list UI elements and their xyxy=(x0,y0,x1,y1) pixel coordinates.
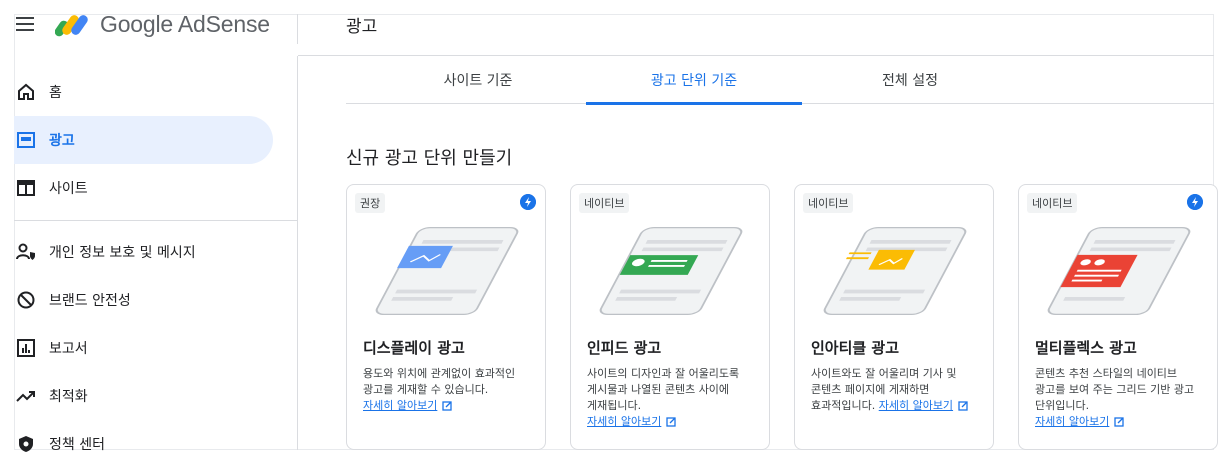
header-divider xyxy=(297,14,298,44)
card-title: 인피드 광고 xyxy=(587,339,662,357)
sidebar-item-optimization[interactable]: 최적화 xyxy=(14,372,273,420)
native-badge: 네이티브 xyxy=(579,193,630,213)
card-title: 디스플레이 광고 xyxy=(363,339,465,357)
sidebar-item-label: 사이트 xyxy=(49,181,88,197)
learn-more-text: 자세히 알아보기 xyxy=(587,415,662,428)
learn-more-link[interactable]: 자세히 알아보기 xyxy=(587,415,661,428)
card-description-text: 용도와 위치에 관계없이 효과적인 광고를 게재할 수 있습니다. xyxy=(363,367,516,396)
in-feed-ad-illustration xyxy=(599,226,743,316)
ad-type-card-multiplex[interactable]: 네이티브 멀티플렉스 광고 콘텐츠 추천 스타일의 네이티브 광고를 보여 주는… xyxy=(1018,184,1218,450)
tab-by-ad-unit[interactable]: 광고 단위 기준 xyxy=(586,56,802,105)
learn-more-text: 자세히 알아보기 xyxy=(363,399,438,412)
card-description-text: 사이트의 디자인과 잘 어울리도록 게시물과 나열된 콘텐츠 사이에 게재됩니다… xyxy=(587,367,740,412)
block-icon xyxy=(16,290,36,310)
top-app-bar: Google AdSense 광고 xyxy=(0,0,1229,56)
sidebar-item-brand-safety[interactable]: 브랜드 안전성 xyxy=(14,276,273,324)
lightning-bolt-icon xyxy=(1187,194,1203,210)
tab-global-settings[interactable]: 전체 설정 xyxy=(802,56,1018,104)
learn-more-link[interactable]: 자세히 알아보기 xyxy=(879,399,953,412)
card-title: 멀티플렉스 광고 xyxy=(1035,339,1137,357)
sidebar-item-sites[interactable]: 사이트 xyxy=(14,164,273,212)
app-logo-text: Google AdSense xyxy=(100,11,270,37)
lightning-bolt-icon xyxy=(520,194,536,210)
home-icon xyxy=(16,82,36,102)
privacy-icon xyxy=(16,242,36,262)
tab-by-site[interactable]: 사이트 기준 xyxy=(370,56,586,104)
open-in-new-icon xyxy=(1114,417,1124,427)
sidebar-item-label: 광고 xyxy=(49,133,75,149)
sidebar-item-label: 최적화 xyxy=(49,389,88,405)
ads-icon xyxy=(16,130,36,150)
card-title: 인아티클 광고 xyxy=(811,339,900,357)
sidebar-item-ads[interactable]: 광고 xyxy=(14,116,273,164)
card-description: 사이트와도 잘 어울리며 기사 및 콘텐츠 페이지에 게재하면 효과적입니다. … xyxy=(811,366,983,414)
sidebar-nav: 홈 광고 사이트 개인 정보 보호 및 메시지 브랜드 안전성 보고서 최적화 … xyxy=(14,56,298,453)
ad-type-card-display[interactable]: 권장 디스플레이 광고 용도와 위치에 관계없이 효과적인 광고를 게재할 수 … xyxy=(346,184,546,450)
display-ad-illustration xyxy=(375,226,519,316)
open-in-new-icon xyxy=(958,401,968,411)
learn-more-link[interactable]: 자세히 알아보기 xyxy=(1035,415,1109,428)
sidebar-item-label: 홈 xyxy=(49,85,62,101)
reports-icon xyxy=(16,338,36,358)
open-in-new-icon xyxy=(666,417,676,427)
in-article-ad-illustration xyxy=(823,226,967,316)
sidebar-item-privacy[interactable]: 개인 정보 보호 및 메시지 xyxy=(14,228,273,276)
tab-bar: 사이트 기준 광고 단위 기준 전체 설정 xyxy=(346,56,1214,105)
sidebar-item-label: 정책 센터 xyxy=(49,437,105,453)
recommended-badge: 권장 xyxy=(355,193,386,213)
ad-type-card-in-article[interactable]: 네이티브 인아티클 광고 사이트와도 잘 어울리며 기사 및 콘텐츠 페이지에 … xyxy=(794,184,994,450)
adsense-logo-icon xyxy=(55,15,88,37)
sidebar-item-label: 브랜드 안전성 xyxy=(49,293,131,309)
trending-up-icon xyxy=(16,386,36,406)
section-title: 신규 광고 단위 만들기 xyxy=(346,148,513,169)
hamburger-menu-icon[interactable] xyxy=(16,17,34,31)
learn-more-text: 자세히 알아보기 xyxy=(1035,415,1110,428)
card-description: 사이트의 디자인과 잘 어울리도록 게시물과 나열된 콘텐츠 사이에 게재됩니다… xyxy=(587,366,759,430)
learn-more-text: 자세히 알아보기 xyxy=(878,399,954,412)
sidebar-item-label: 개인 정보 보호 및 메시지 xyxy=(49,245,196,261)
ad-type-card-in-feed[interactable]: 네이티브 인피드 광고 사이트의 디자인과 잘 어울리도록 게시물과 나열된 콘… xyxy=(570,184,770,450)
native-badge: 네이티브 xyxy=(803,193,854,213)
card-description-text: 콘텐츠 추천 스타일의 네이티브 광고를 보여 주는 그리드 기반 광고 단위입… xyxy=(1035,367,1195,412)
card-description: 콘텐츠 추천 스타일의 네이티브 광고를 보여 주는 그리드 기반 광고 단위입… xyxy=(1035,366,1207,430)
card-description: 용도와 위치에 관계없이 효과적인 광고를 게재할 수 있습니다. 자세히 알아… xyxy=(363,366,535,414)
sidebar-item-policy-center[interactable]: 정책 센터 xyxy=(14,420,273,465)
sidebar-item-label: 보고서 xyxy=(49,341,88,357)
learn-more-link[interactable]: 자세히 알아보기 xyxy=(363,399,437,412)
sidebar-item-reports[interactable]: 보고서 xyxy=(14,324,273,372)
sidebar-item-home[interactable]: 홈 xyxy=(14,68,273,116)
sites-icon xyxy=(16,178,36,198)
open-in-new-icon xyxy=(442,401,452,411)
multiplex-ad-illustration xyxy=(1047,226,1191,316)
sidebar-divider xyxy=(14,220,298,221)
page-title: 광고 xyxy=(346,17,378,37)
native-badge: 네이티브 xyxy=(1027,193,1078,213)
policy-icon xyxy=(16,434,36,454)
